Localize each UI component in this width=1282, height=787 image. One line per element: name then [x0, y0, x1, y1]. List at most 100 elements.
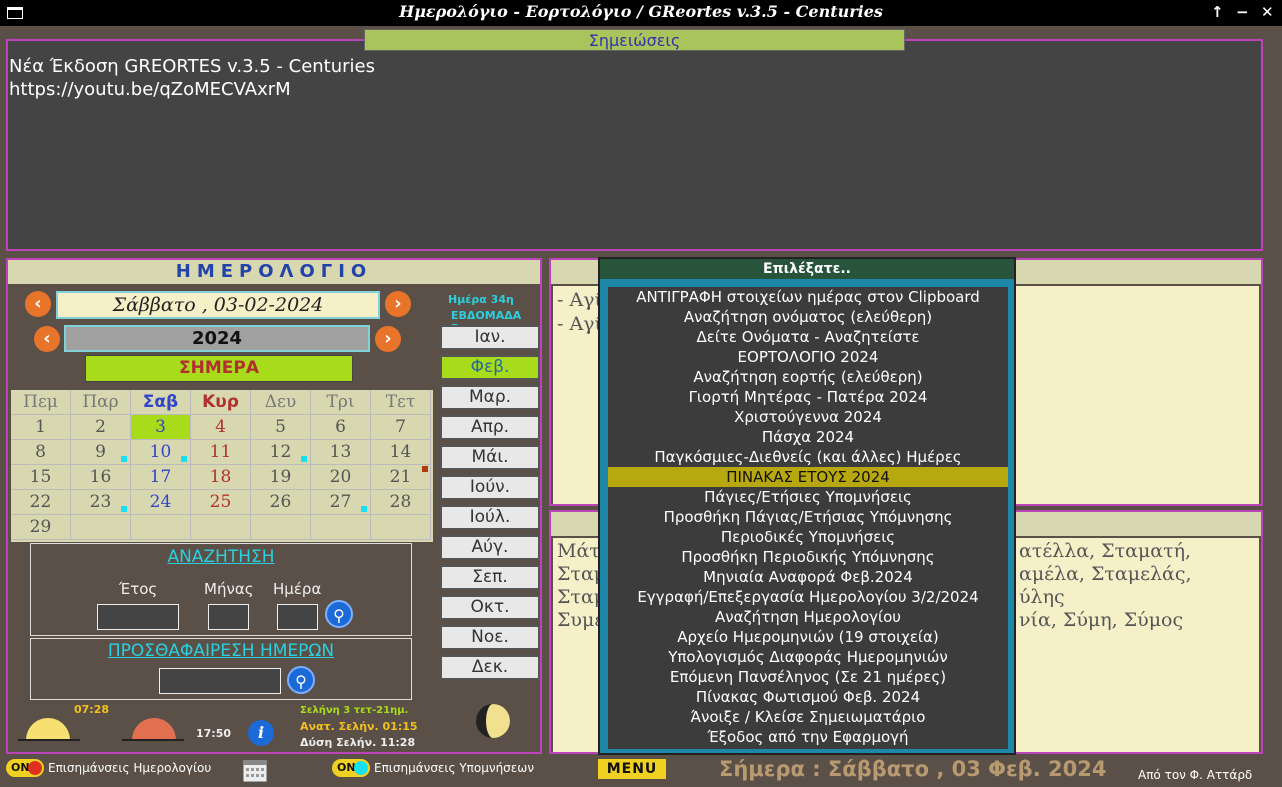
month-button-feb[interactable]: Φεβ. [440, 355, 540, 380]
day-cell[interactable]: 17 [131, 465, 191, 490]
prev-day-button[interactable]: ‹ [25, 291, 51, 317]
add-subtract-title: ΠΡΟΣΘΑΦΑΙΡΕΣΗ ΗΜΕΡΩΝ [107, 641, 335, 661]
menu-list: ΑΝΤΙΓΡΑΦΗ στοιχείων ημέρας στον Clipboar… [608, 287, 1008, 749]
day-cell[interactable]: 4 [191, 415, 251, 440]
search-day-input[interactable] [277, 604, 318, 630]
day-cell[interactable]: 22 [11, 490, 71, 515]
info-icon[interactable]: i [248, 720, 274, 746]
menu-item[interactable]: Προσθήκη Περιοδικής Υπόμνησης [608, 547, 1008, 567]
menu-item[interactable]: Αναζήτηση ονόματος (ελεύθερη) [608, 307, 1008, 327]
today-button[interactable]: ΣΗΜΕΡΑ [85, 355, 353, 382]
search-icon[interactable]: ⚲ [287, 666, 315, 694]
search-icon[interactable]: ⚲ [325, 600, 353, 628]
next-year-button[interactable]: › [375, 326, 401, 352]
menu-item[interactable]: Εγγραφή/Επεξεργασία Ημερολογίου 3/2/2024 [608, 587, 1008, 607]
calendar-icon[interactable] [241, 756, 269, 784]
reminder-notices-toggle[interactable]: ON [332, 759, 370, 777]
day-cell[interactable]: 13 [311, 440, 371, 465]
menu-item[interactable]: Αναζήτηση Ημερολογίου [608, 607, 1008, 627]
day-cell[interactable]: 11 [191, 440, 251, 465]
prev-year-button[interactable]: ‹ [34, 326, 60, 352]
day-cell[interactable]: 15 [11, 465, 71, 490]
reminder-marker [361, 506, 367, 512]
search-year-input[interactable] [97, 604, 179, 630]
day-cell[interactable]: 5 [251, 415, 311, 440]
day-cell [131, 515, 191, 540]
menu-item[interactable]: Έξοδος από την Εφαρμογή [608, 727, 1008, 747]
menu-item[interactable]: Πίνακας Φωτισμού Φεβ. 2024 [608, 687, 1008, 707]
day-cell[interactable]: 18 [191, 465, 251, 490]
menu-item[interactable]: Προσθήκη Πάγιας/Ετήσιας Υπόμνησης [608, 507, 1008, 527]
month-button-jan[interactable]: Ιαν. [440, 325, 540, 350]
menu-item[interactable]: Αρχείο Ημερομηνιών (19 στοιχεία) [608, 627, 1008, 647]
month-button-may[interactable]: Μάι. [440, 445, 540, 470]
month-button-aug[interactable]: Αύγ. [440, 535, 540, 560]
month-button-jul[interactable]: Ιούλ. [440, 505, 540, 530]
month-button-mar[interactable]: Μαρ. [440, 385, 540, 410]
day-cell[interactable]: 19 [251, 465, 311, 490]
month-button-jun[interactable]: Ιούν. [440, 475, 540, 500]
day-cell[interactable]: 24 [131, 490, 191, 515]
menu-item[interactable]: Υπολογισμός Διαφοράς Ημερομηνιών [608, 647, 1008, 667]
maximize-icon[interactable]: ↑ [1211, 3, 1224, 21]
menu-item[interactable]: Πάγιες/Ετήσιες Υπομνήσεις [608, 487, 1008, 507]
month-button-apr[interactable]: Απρ. [440, 415, 540, 440]
menu-item[interactable]: ΕΟΡΤΟΛΟΓΙΟ 2024 [608, 347, 1008, 367]
year-field[interactable]: 2024 [64, 325, 370, 352]
notes-text[interactable]: Νέα Έκδοση GREORTES v.3.5 - Centuries ht… [9, 55, 375, 101]
menu-item[interactable]: Αναζήτηση εορτής (ελεύθερη) [608, 367, 1008, 387]
minimize-icon[interactable]: − [1236, 3, 1249, 21]
close-icon[interactable]: ✕ [1261, 3, 1274, 21]
menu-item[interactable]: Δείτε Ονόματα - Αναζητείστε [608, 327, 1008, 347]
day-cell-wrap: 23 [71, 490, 131, 515]
month-button-nov[interactable]: Νοε. [440, 625, 540, 650]
day-cell-wrap: 27 [311, 490, 371, 515]
day-cell[interactable]: 1 [11, 415, 71, 440]
moon-phase: Σελήνη 3 τετ-21ημ. [300, 705, 409, 716]
day-cell[interactable]: 2 [71, 415, 131, 440]
day-cell[interactable]: 29 [11, 515, 71, 540]
toggle-knob [354, 761, 368, 775]
next-day-button[interactable]: › [385, 291, 411, 317]
menu-item[interactable]: Επόμενη Πανσέληνος (Σε 21 ημέρες) [608, 667, 1008, 687]
day-cell[interactable]: 20 [311, 465, 371, 490]
days-offset-input[interactable] [159, 668, 281, 694]
day-cell[interactable]: 7 [371, 415, 431, 440]
menu-item-highlighted[interactable]: ΠΙΝΑΚΑΣ ΕΤΟΥΣ 2024 [608, 467, 1008, 487]
menu-item[interactable]: Πάσχα 2024 [608, 427, 1008, 447]
calendar-header: ΗΜΕΡΟΛΟΓΙΟ [8, 260, 540, 284]
menu-item[interactable]: Περιοδικές Υπομνήσεις [608, 527, 1008, 547]
calendar-panel: ΗΜΕΡΟΛΟΓΙΟ ‹ Σάββατο , 03-02-2024 › Ημέρ… [6, 258, 542, 754]
day-cell [71, 515, 131, 540]
menu-item[interactable]: Παγκόσμιες-Διεθνείς (και άλλες) Ημέρες [608, 447, 1008, 467]
month-button-oct[interactable]: Οκτ. [440, 595, 540, 620]
day-cell[interactable]: 25 [191, 490, 251, 515]
day-cell[interactable]: 28 [371, 490, 431, 515]
day-cell[interactable]: 14 [371, 440, 431, 465]
day-cell[interactable]: 16 [71, 465, 131, 490]
names-line-right: νία, Σύμη, Σύμος [1019, 609, 1184, 631]
moon-set: Δύση Σελήν. 11:28 [300, 736, 416, 749]
search-month-input[interactable] [208, 604, 249, 630]
menu-item[interactable]: Χριστούγεννα 2024 [608, 407, 1008, 427]
menu-item[interactable]: Άνοιξε / Κλείσε Σημειωματάριο [608, 707, 1008, 727]
menu-item[interactable]: ΑΝΤΙΓΡΑΦΗ στοιχείων ημέρας στον Clipboar… [608, 287, 1008, 307]
menu-item[interactable]: Μηνιαία Αναφορά Φεβ.2024 [608, 567, 1008, 587]
day-cell[interactable]: 26 [251, 490, 311, 515]
month-button-dec[interactable]: Δεκ. [440, 655, 540, 680]
calendar-notices-toggle[interactable]: ON [6, 759, 44, 777]
day-cell [371, 515, 431, 540]
moon-phase-icon[interactable] [475, 703, 511, 739]
year-label: Έτος [119, 580, 158, 598]
title-bar: Ημερολόγιο - Εορτολόγιο / GReortes v.3.5… [0, 0, 1282, 26]
month-button-sep[interactable]: Σεπ. [440, 565, 540, 590]
menu-item[interactable]: Γιορτή Μητέρας - Πατέρα 2024 [608, 387, 1008, 407]
calendar-notices-label: Επισημάνσεις Ημερολογίου [48, 761, 212, 775]
reminder-marker [301, 456, 307, 462]
toggle-knob [28, 761, 42, 775]
day-cell[interactable]: 6 [311, 415, 371, 440]
day-cell[interactable]: 8 [11, 440, 71, 465]
day-cell-wrap: 10 [131, 440, 191, 465]
menu-button[interactable]: MENU [598, 759, 666, 779]
day-cell-selected[interactable]: 3 [131, 415, 191, 440]
